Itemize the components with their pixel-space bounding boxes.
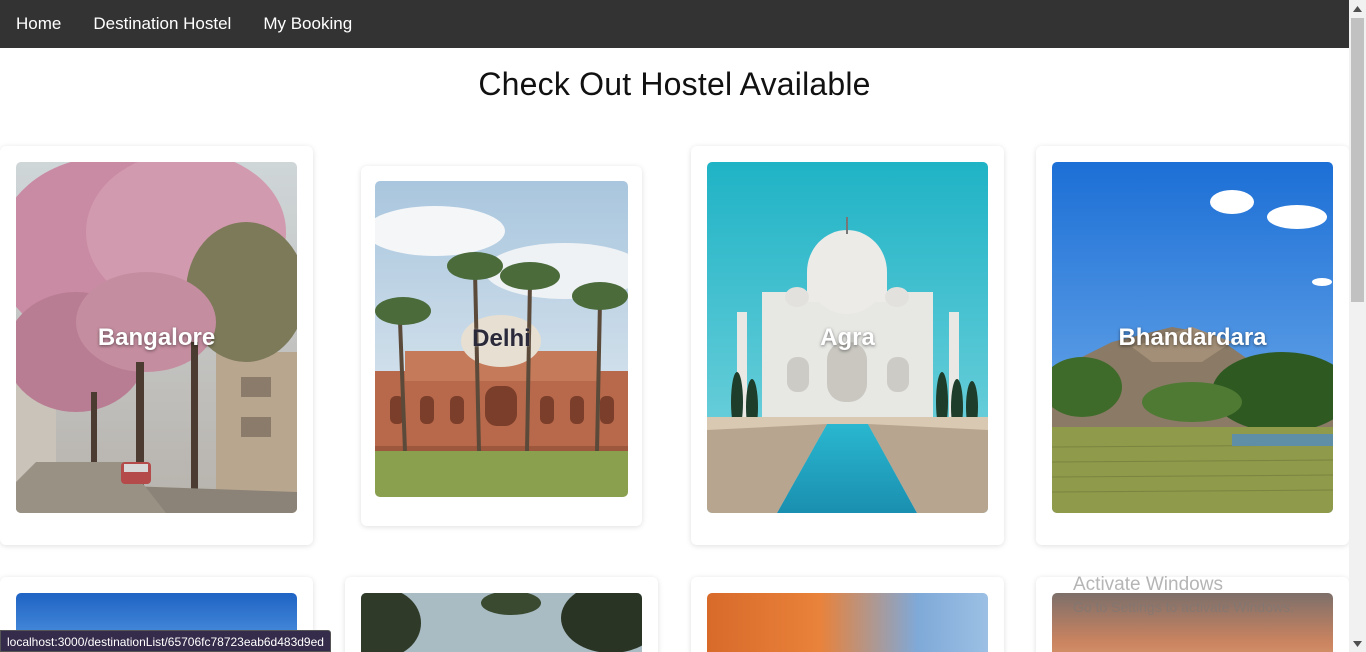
scroll-down-arrow-icon[interactable] [1349, 635, 1366, 652]
link-status-bar: localhost:3000/destinationList/65706fc78… [0, 630, 331, 652]
destination-image-row2-3[interactable] [707, 593, 988, 652]
watermark-title: Activate Windows [1073, 574, 1223, 595]
vertical-scrollbar[interactable] [1349, 0, 1366, 652]
destination-card-bhandardara[interactable]: Bhandardara [1036, 146, 1349, 545]
destination-image-delhi[interactable]: Delhi [375, 181, 628, 497]
scrollbar-thumb[interactable] [1351, 18, 1364, 302]
row2-2-photo [361, 593, 642, 652]
destination-name-delhi: Delhi [472, 325, 531, 352]
destination-image-row2-2[interactable] [361, 593, 642, 652]
destination-name-bangalore: Bangalore [97, 323, 216, 351]
destination-name-bhandardara: Bhandardara [1118, 323, 1267, 351]
scroll-up-arrow-icon[interactable] [1349, 0, 1366, 17]
destination-card-row2-3[interactable] [691, 577, 1004, 652]
destination-image-bangalore[interactable]: Bangalore [16, 162, 297, 513]
destination-image-agra[interactable]: Agra [707, 162, 988, 513]
activate-windows-watermark: Activate Windows Go to Settings to activ… [1073, 574, 1294, 615]
destination-name-agra: Agra [820, 323, 875, 351]
destination-card-bangalore[interactable]: Bangalore [0, 146, 313, 545]
destination-image-bhandardara[interactable]: Bhandardara [1052, 162, 1333, 513]
top-navbar: Home Destination Hostel My Booking [0, 0, 1349, 48]
page-title: Check Out Hostel Available [478, 66, 871, 102]
nav-my-booking-link[interactable]: My Booking [263, 14, 352, 34]
destination-card-delhi[interactable]: Delhi [361, 166, 642, 526]
nav-destination-hostel-link[interactable]: Destination Hostel [93, 14, 231, 34]
destination-card-agra[interactable]: Agra [691, 146, 1004, 545]
destination-card-row2-2[interactable] [345, 577, 658, 652]
watermark-subtitle: Go to Settings to activate Windows. [1073, 599, 1294, 615]
nav-home-link[interactable]: Home [16, 14, 61, 34]
